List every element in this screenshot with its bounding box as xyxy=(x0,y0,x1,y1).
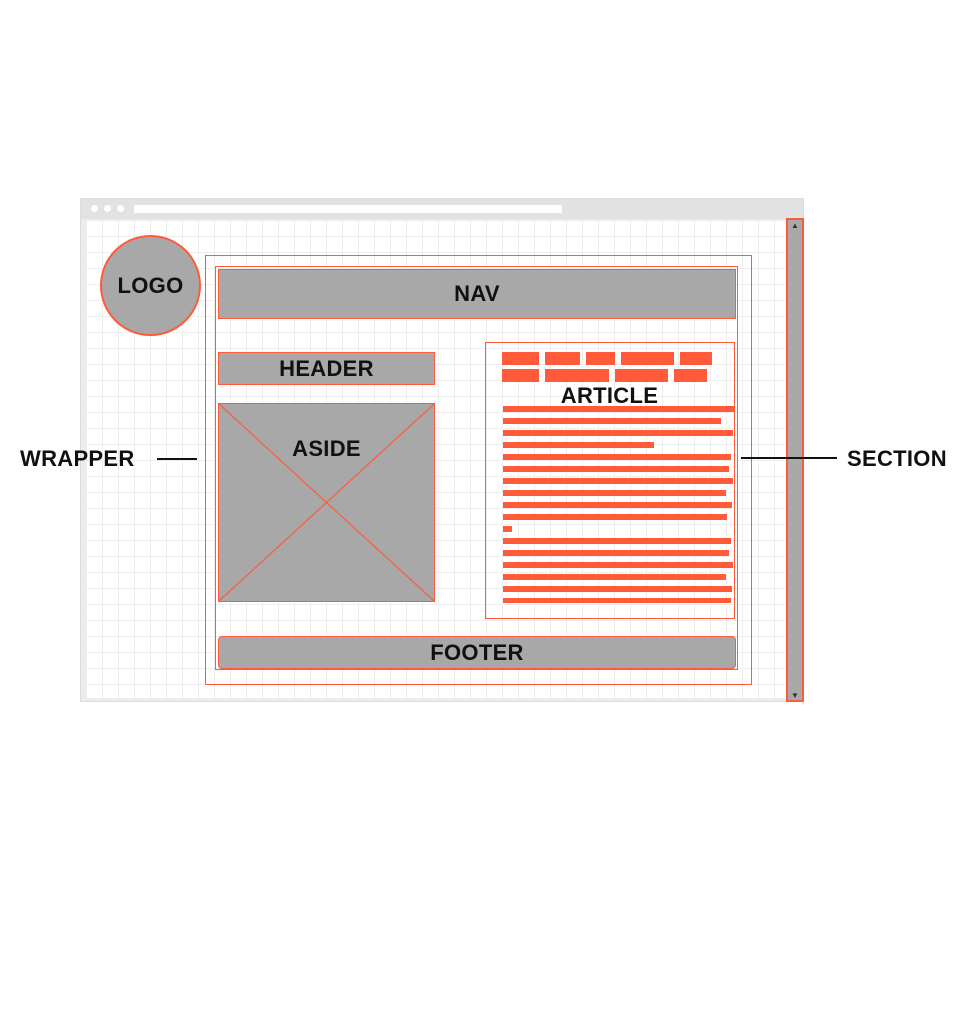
text-line-bar xyxy=(503,514,727,520)
headline-bar xyxy=(545,352,580,365)
text-line-bar xyxy=(503,598,731,603)
section-callout-line xyxy=(741,457,837,459)
wrapper-callout-line xyxy=(157,458,197,460)
address-bar[interactable] xyxy=(134,205,562,213)
headline-bar xyxy=(621,352,674,365)
aside-block: ASIDE xyxy=(218,403,435,602)
footer-label: FOOTER xyxy=(430,639,524,665)
window-minimize-dot[interactable] xyxy=(104,205,111,212)
text-line-bar xyxy=(503,562,733,568)
text-line-bar xyxy=(503,418,721,424)
headline-bar xyxy=(615,369,668,382)
text-line-bar xyxy=(503,502,732,508)
text-line-bar xyxy=(503,574,726,580)
nav-block: NAV xyxy=(218,269,736,319)
text-line-bar xyxy=(503,430,733,436)
text-line-bar xyxy=(503,526,512,532)
headline-bar xyxy=(586,352,615,365)
text-line-bar xyxy=(503,466,729,472)
browser-title-bar xyxy=(81,199,803,219)
text-line-bar xyxy=(503,442,654,448)
headline-bar xyxy=(502,369,539,382)
text-line-bar xyxy=(503,538,731,544)
scroll-down-arrow-icon[interactable]: ▼ xyxy=(788,691,802,701)
section-callout-label: SECTION xyxy=(847,446,947,471)
text-line-bar xyxy=(503,478,733,484)
text-line-bar xyxy=(503,550,729,556)
footer-block: FOOTER xyxy=(218,636,736,669)
logo-label: LOGO xyxy=(117,272,184,298)
scroll-up-arrow-icon[interactable]: ▲ xyxy=(788,221,802,231)
headline-bar xyxy=(680,352,712,365)
window-maximize-dot[interactable] xyxy=(117,205,124,212)
image-placeholder-cross-icon xyxy=(219,404,434,601)
window-close-dot[interactable] xyxy=(91,205,98,212)
text-line-bar xyxy=(503,586,732,592)
text-line-bar xyxy=(503,454,731,460)
headline-bar xyxy=(545,369,609,382)
scrollbar[interactable]: ▲ ▼ xyxy=(786,218,804,702)
aside-label: ASIDE xyxy=(292,436,361,461)
headline-bar xyxy=(502,352,539,365)
wrapper-callout-label: WRAPPER xyxy=(20,446,135,471)
text-line-bar xyxy=(503,406,735,412)
logo-block: LOGO xyxy=(100,235,201,336)
header-block: HEADER xyxy=(218,352,435,385)
header-label: HEADER xyxy=(279,355,374,381)
nav-label: NAV xyxy=(454,281,500,306)
headline-bar xyxy=(674,369,707,382)
text-line-bar xyxy=(503,490,726,496)
